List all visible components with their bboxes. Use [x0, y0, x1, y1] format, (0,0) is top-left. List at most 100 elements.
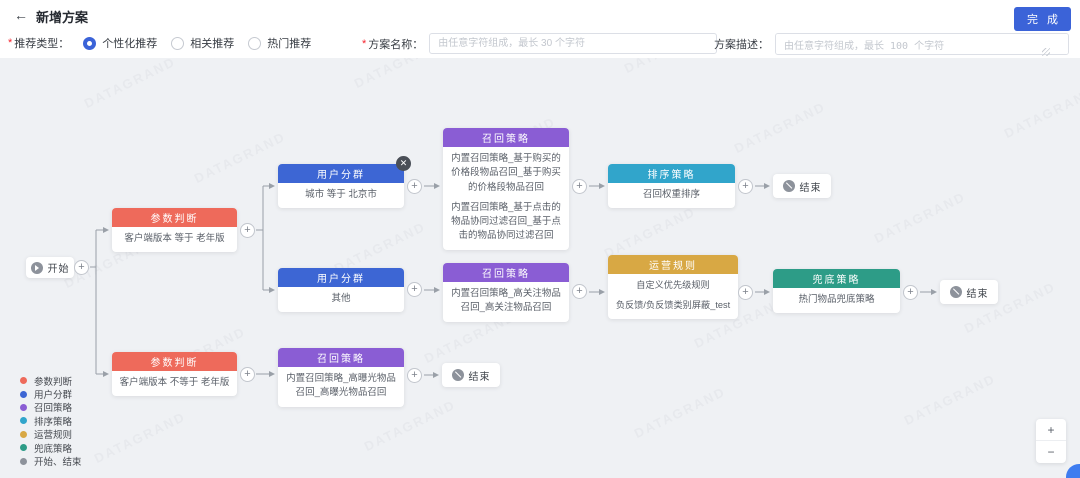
add-node-button[interactable]: +: [407, 179, 422, 194]
node-type-legend: 参数判断 用户分群 召回策略 排序策略 运营规则 兜底策略 开始、结束: [20, 374, 82, 468]
end-node-label: 结束: [800, 179, 822, 194]
plan-name-label: 方案名称：: [368, 36, 423, 52]
add-node-button[interactable]: +: [903, 285, 918, 300]
node-segment-beijing[interactable]: 用户分群 城市 等于 北京市: [278, 164, 404, 208]
add-node-button[interactable]: +: [407, 368, 422, 383]
add-node-button[interactable]: +: [738, 179, 753, 194]
end-node-label: 结束: [469, 368, 491, 383]
add-node-button[interactable]: +: [407, 282, 422, 297]
node-strategies: 内置召回策略_高曝光物品召回_高曝光物品召回: [278, 367, 404, 407]
required-mark: *: [8, 37, 12, 49]
rule-item: 负反馈/负反馈类别屏蔽_test: [613, 299, 733, 313]
legend-dot-sort: [20, 417, 27, 424]
node-title: 用户分群: [278, 164, 404, 183]
node-judge-equal-elder[interactable]: 参数判断 客户端版本 等于 老年版: [112, 208, 237, 252]
add-node-button[interactable]: +: [572, 284, 587, 299]
start-node[interactable]: 开始: [26, 257, 74, 278]
legend-label: 运营规则: [34, 427, 72, 441]
radio-hot-label[interactable]: 热门推荐: [267, 35, 311, 51]
required-mark: *: [362, 38, 366, 50]
node-condition: 其他: [278, 287, 404, 312]
radio-hot[interactable]: [248, 37, 261, 50]
node-title: 召回策略: [443, 263, 569, 282]
node-title: 召回策略: [278, 348, 404, 367]
legend-label: 开始、结束: [34, 454, 82, 468]
plan-name-group: * 方案名称：: [362, 33, 717, 54]
recommend-type-label: 推荐类型：: [14, 35, 69, 51]
node-recall-attention[interactable]: 召回策略 内置召回策略_高关注物品召回_高关注物品召回: [443, 263, 569, 322]
start-icon: [31, 262, 43, 274]
node-sort-weight[interactable]: 排序策略 召回权重排序: [608, 164, 735, 208]
radio-related-label[interactable]: 相关推荐: [190, 35, 234, 51]
legend-label: 兜底策略: [34, 441, 72, 455]
node-title: 运营规则: [608, 255, 738, 274]
legend-label: 参数判断: [34, 374, 72, 388]
add-node-button[interactable]: +: [572, 179, 587, 194]
node-judge-notequal-elder[interactable]: 参数判断 客户端版本 不等于 老年版: [112, 352, 237, 396]
strategy-item: 内置召回策略_基于点击的物品协同过滤召回_基于点击的物品协同过滤召回: [448, 201, 564, 244]
node-title: 参数判断: [112, 352, 237, 371]
end-node-bottom[interactable]: 结束: [442, 363, 500, 387]
node-strategies: 内置召回策略_基于购买的价格段物品召回_基于购买的价格段物品召回 内置召回策略_…: [443, 147, 569, 250]
legend-item: 召回策略: [20, 401, 82, 414]
radio-personalized[interactable]: [83, 37, 96, 50]
node-recall-price-click[interactable]: 召回策略 内置召回策略_基于购买的价格段物品召回_基于购买的价格段物品召回 内置…: [443, 128, 569, 250]
add-node-button[interactable]: +: [738, 285, 753, 300]
legend-label: 用户分群: [34, 387, 72, 401]
node-strategies: 热门物品兜底策略: [773, 288, 900, 313]
legend-label: 排序策略: [34, 414, 72, 428]
plan-desc-textarea[interactable]: [775, 33, 1069, 55]
legend-item: 用户分群: [20, 387, 82, 400]
plan-desc-label: 方案描述：: [714, 36, 769, 52]
node-title: 排序策略: [608, 164, 735, 183]
topbar: ← 新增方案 完 成 * 推荐类型： 个性化推荐 相关推荐 热门推荐 * 方案名…: [0, 0, 1080, 58]
plan-name-input[interactable]: [429, 33, 717, 54]
legend-dot-ops: [20, 431, 27, 438]
legend-item: 开始、结束: [20, 454, 82, 467]
node-title: 用户分群: [278, 268, 404, 287]
legend-item: 排序策略: [20, 414, 82, 427]
add-node-button[interactable]: +: [240, 223, 255, 238]
recommend-type-group: * 推荐类型： 个性化推荐 相关推荐 热门推荐: [8, 35, 311, 51]
plan-editor-page: DATAGRAND DATAGRAND DATAGRAND DATAGRAND …: [0, 0, 1080, 478]
add-node-button[interactable]: +: [240, 367, 255, 382]
node-title: 召回策略: [443, 128, 569, 147]
legend-dot-recall: [20, 404, 27, 411]
legend-dot-fallback: [20, 444, 27, 451]
radio-related[interactable]: [171, 37, 184, 50]
node-rules: 自定义优先级规则 负反馈/负反馈类别屏蔽_test: [608, 274, 738, 319]
node-title: 参数判断: [112, 208, 237, 227]
close-icon[interactable]: ✕: [396, 156, 411, 171]
node-strategies: 内置召回策略_高关注物品召回_高关注物品召回: [443, 282, 569, 322]
done-button[interactable]: 完 成: [1014, 7, 1071, 31]
add-node-button[interactable]: +: [74, 260, 89, 275]
node-condition: 城市 等于 北京市: [278, 183, 404, 208]
end-node-middle[interactable]: 结束: [940, 280, 998, 304]
legend-item: 参数判断: [20, 374, 82, 387]
node-fallback-hot[interactable]: 兜底策略 热门物品兜底策略: [773, 269, 900, 313]
textarea-resize-handle[interactable]: [1042, 48, 1050, 56]
node-strategies: 召回权重排序: [608, 183, 735, 208]
end-icon: [452, 369, 464, 381]
back-arrow-icon[interactable]: ←: [14, 7, 28, 23]
canvas-zoom-controls: + −: [1036, 419, 1066, 463]
radio-personalized-label[interactable]: 个性化推荐: [102, 35, 157, 51]
node-ops-rules[interactable]: 运营规则 自定义优先级规则 负反馈/负反馈类别屏蔽_test: [608, 255, 738, 319]
plan-desc-group: 方案描述：: [714, 33, 1069, 55]
zoom-in-button[interactable]: +: [1036, 419, 1066, 441]
legend-dot-start-end: [20, 458, 27, 465]
strategy-item: 内置召回策略_基于购买的价格段物品召回_基于购买的价格段物品召回: [448, 152, 564, 195]
legend-item: 兜底策略: [20, 441, 82, 454]
node-condition: 客户端版本 不等于 老年版: [112, 371, 237, 396]
legend-item: 运营规则: [20, 428, 82, 441]
node-segment-other[interactable]: 用户分群 其他: [278, 268, 404, 312]
zoom-out-button[interactable]: −: [1036, 441, 1066, 463]
legend-dot-segment: [20, 391, 27, 398]
legend-label: 召回策略: [34, 400, 72, 414]
end-node-top[interactable]: 结束: [773, 174, 831, 198]
node-recall-exposure[interactable]: 召回策略 内置召回策略_高曝光物品召回_高曝光物品召回: [278, 348, 404, 407]
node-condition: 客户端版本 等于 老年版: [112, 227, 237, 252]
node-title: 兜底策略: [773, 269, 900, 288]
rule-item: 自定义优先级规则: [613, 279, 733, 293]
legend-dot-judge: [20, 377, 27, 384]
